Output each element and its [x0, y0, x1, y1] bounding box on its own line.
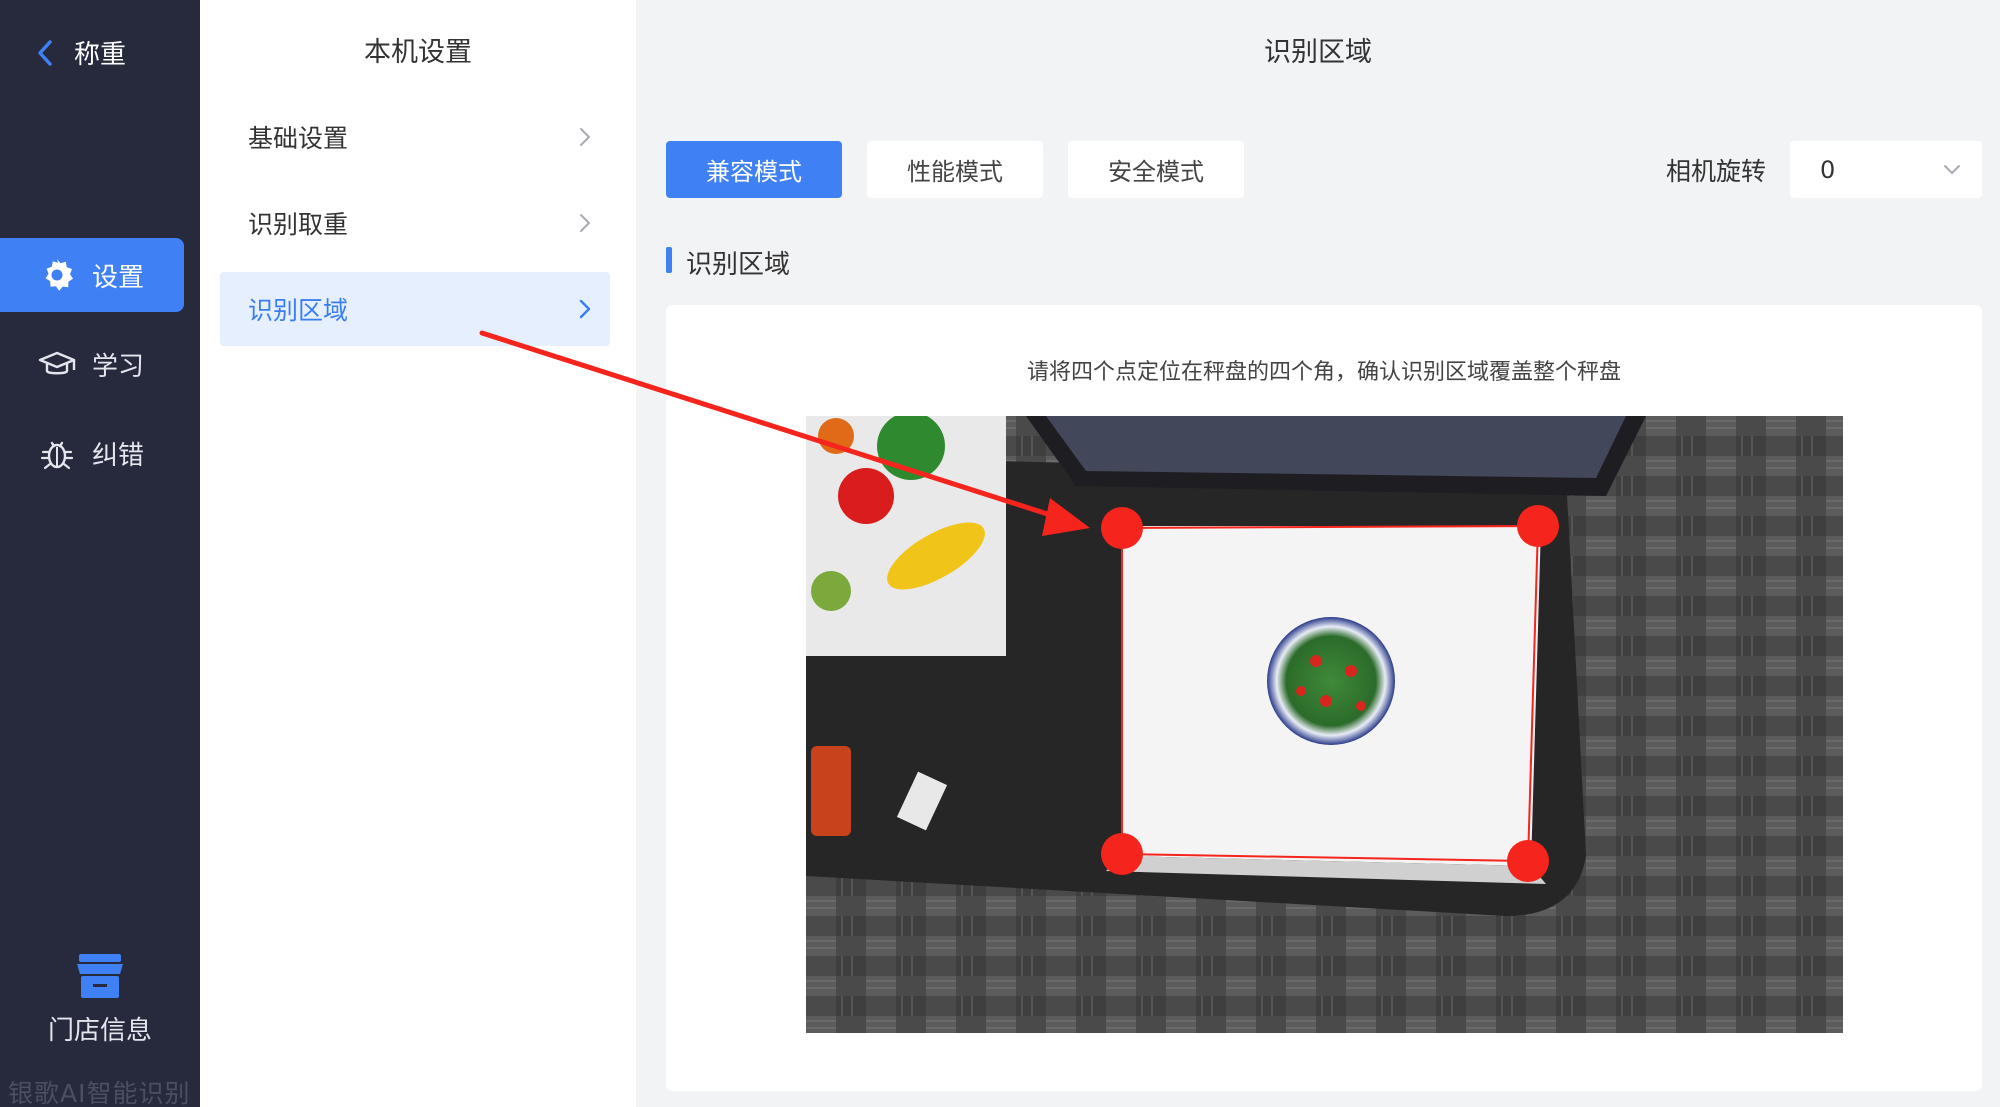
sidebar-item-correct[interactable]: 纠错	[0, 416, 184, 490]
menu-item-basic-settings[interactable]: 基础设置	[220, 100, 610, 174]
menu-item-label: 识别取重	[248, 210, 349, 239]
app-sidebar: 称重 设置 学习 纠错 门店信息 银歌AI智能识别	[0, 0, 200, 1107]
salad-bowl	[1267, 617, 1395, 745]
instruction-text: 请将四个点定位在秤盘的四个角，确认识别区域覆盖整个秤盘	[1026, 360, 1621, 385]
store-label: 门店信息	[47, 1016, 152, 1046]
corner-handle-bottom-right	[1507, 840, 1549, 882]
section-marker	[666, 247, 672, 273]
camera-rotation-label: 相机旋转	[1666, 157, 1767, 186]
camera-preview[interactable]	[806, 416, 1843, 1033]
bug-icon	[40, 441, 74, 470]
chevron-down-icon	[1944, 164, 1960, 174]
menu-item-weigh-recognition[interactable]: 识别取重	[220, 186, 610, 260]
chevron-right-icon	[579, 299, 591, 319]
brand-text: 银歌AI智能识别	[8, 1079, 191, 1107]
sidebar-item-settings[interactable]: 设置	[0, 238, 184, 312]
store-icon	[77, 954, 123, 998]
corner-handle-top-right	[1517, 505, 1559, 547]
gear-icon	[45, 259, 73, 291]
snack-bag	[811, 746, 851, 836]
settings-panel: 本机设置 基础设置 识别取重 识别区域	[200, 0, 636, 1107]
compat-mode-button[interactable]: 兼容模式	[666, 141, 842, 198]
graduation-cap-icon	[38, 351, 76, 375]
corner-handle-top-left	[1101, 507, 1143, 549]
store-info-button[interactable]: 门店信息	[0, 952, 200, 1047]
menu-item-label: 基础设置	[248, 124, 349, 153]
camera-rotation-select[interactable]: 0	[1790, 141, 1982, 198]
performance-mode-button[interactable]: 性能模式	[867, 141, 1043, 198]
page-title: 识别区域	[1264, 37, 1372, 68]
sidebar-item-label: 纠错	[92, 440, 145, 471]
corner-handle-bottom-left	[1101, 833, 1143, 875]
chevron-right-icon	[580, 128, 590, 146]
back-button[interactable]: 称重	[34, 34, 126, 71]
section-title: 识别区域	[686, 250, 791, 280]
camera-rotation-value: 0	[1820, 155, 1836, 184]
panel-title: 本机设置	[364, 37, 472, 68]
menu-item-label: 识别区域	[248, 296, 349, 325]
safe-mode-button[interactable]: 安全模式	[1068, 141, 1244, 198]
back-label: 称重	[74, 40, 127, 70]
chevron-left-icon	[38, 39, 52, 66]
sidebar-item-label: 设置	[92, 262, 145, 293]
sidebar-item-learn[interactable]: 学习	[0, 327, 184, 401]
menu-item-recognition-area[interactable]: 识别区域	[220, 272, 610, 346]
chevron-right-icon	[580, 214, 590, 232]
sidebar-item-label: 学习	[92, 351, 145, 382]
